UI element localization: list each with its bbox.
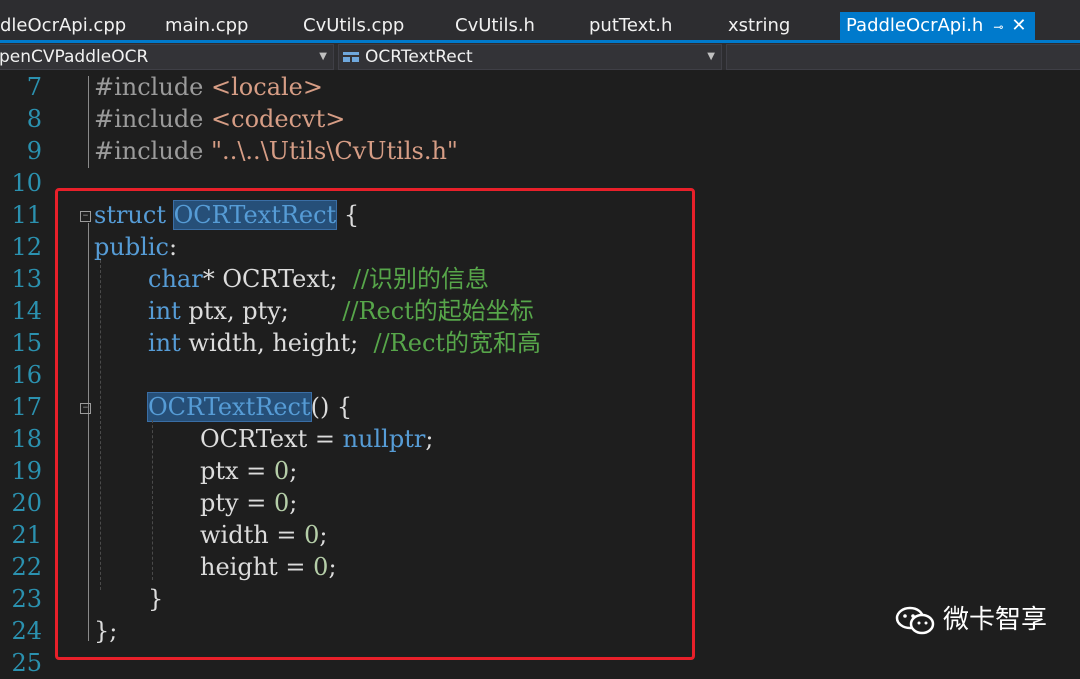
project-dropdown-value: penCVPaddleOCR — [0, 47, 149, 67]
chevron-down-icon: ▼ — [319, 51, 327, 62]
tab-label: CvUtils.h — [455, 15, 535, 36]
tab-paddleocrapi-h[interactable]: PaddleOcrApi.h ⊸ ✕ — [840, 12, 1035, 40]
struct-icon — [343, 52, 359, 62]
navigation-bar: penCVPaddleOCR ▼ OCRTextRect ▼ — [0, 43, 1080, 70]
tab-label: main.cpp — [165, 15, 249, 36]
line-number: 23 — [11, 585, 42, 613]
document-tab-bar: dleOcrApi.cpp main.cpp CvUtils.cpp CvUti… — [0, 0, 1080, 40]
wechat-icon — [895, 606, 937, 636]
line-number: 21 — [11, 521, 42, 549]
watermark: 微卡智享 — [895, 600, 1047, 640]
tab-main-cpp[interactable]: main.cpp — [165, 12, 248, 40]
line-number: 19 — [11, 457, 42, 485]
line-number: 20 — [11, 489, 42, 517]
tab-label: xstring — [728, 15, 791, 36]
code-text: #include <codecvt> — [94, 105, 346, 133]
pin-icon[interactable]: ⊸ — [993, 20, 1003, 34]
line-number: 11 — [11, 201, 42, 229]
code-line: 8 #include <codecvt> — [0, 103, 1080, 135]
line-number: 18 — [11, 425, 42, 453]
tab-label: PaddleOcrApi.h — [846, 15, 984, 36]
tab-label: dleOcrApi.cpp — [0, 15, 127, 36]
tab-cvutils-cpp[interactable]: CvUtils.cpp — [303, 12, 404, 40]
code-text: #include "..\..\Utils\CvUtils.h" — [94, 137, 458, 165]
highlight-box — [55, 188, 695, 660]
line-number: 16 — [11, 361, 42, 389]
chevron-down-icon: ▼ — [707, 51, 715, 62]
project-dropdown[interactable]: penCVPaddleOCR ▼ — [0, 44, 334, 70]
line-number: 15 — [11, 329, 42, 357]
line-number: 12 — [11, 233, 42, 261]
tab-label: putText.h — [589, 15, 673, 36]
line-number: 17 — [11, 393, 42, 421]
tab-puttext-h[interactable]: putText.h — [589, 12, 672, 40]
line-number: 25 — [11, 649, 42, 677]
close-icon[interactable]: ✕ — [1011, 15, 1026, 36]
line-number: 24 — [11, 617, 42, 645]
line-number: 9 — [26, 137, 42, 165]
tab-xstring[interactable]: xstring — [728, 12, 790, 40]
line-number: 22 — [11, 553, 42, 581]
line-number: 8 — [26, 105, 42, 133]
line-number: 14 — [11, 297, 42, 325]
line-number: 10 — [11, 169, 42, 197]
tab-paddleocrapi-cpp[interactable]: dleOcrApi.cpp — [0, 12, 126, 40]
code-text: #include <locale> — [94, 73, 323, 101]
tab-cvutils-h[interactable]: CvUtils.h — [455, 12, 535, 40]
member-dropdown[interactable] — [726, 44, 1080, 70]
scope-dropdown[interactable]: OCRTextRect ▼ — [338, 44, 722, 70]
tab-label: CvUtils.cpp — [303, 15, 405, 36]
scope-dropdown-value: OCRTextRect — [365, 47, 473, 67]
watermark-text: 微卡智享 — [943, 605, 1048, 635]
code-line: 7 #include <locale> — [0, 71, 1080, 103]
line-number: 7 — [26, 73, 42, 101]
code-line: 9 #include "..\..\Utils\CvUtils.h" — [0, 135, 1080, 167]
line-number: 13 — [11, 265, 42, 293]
scope-bracket — [88, 76, 89, 168]
